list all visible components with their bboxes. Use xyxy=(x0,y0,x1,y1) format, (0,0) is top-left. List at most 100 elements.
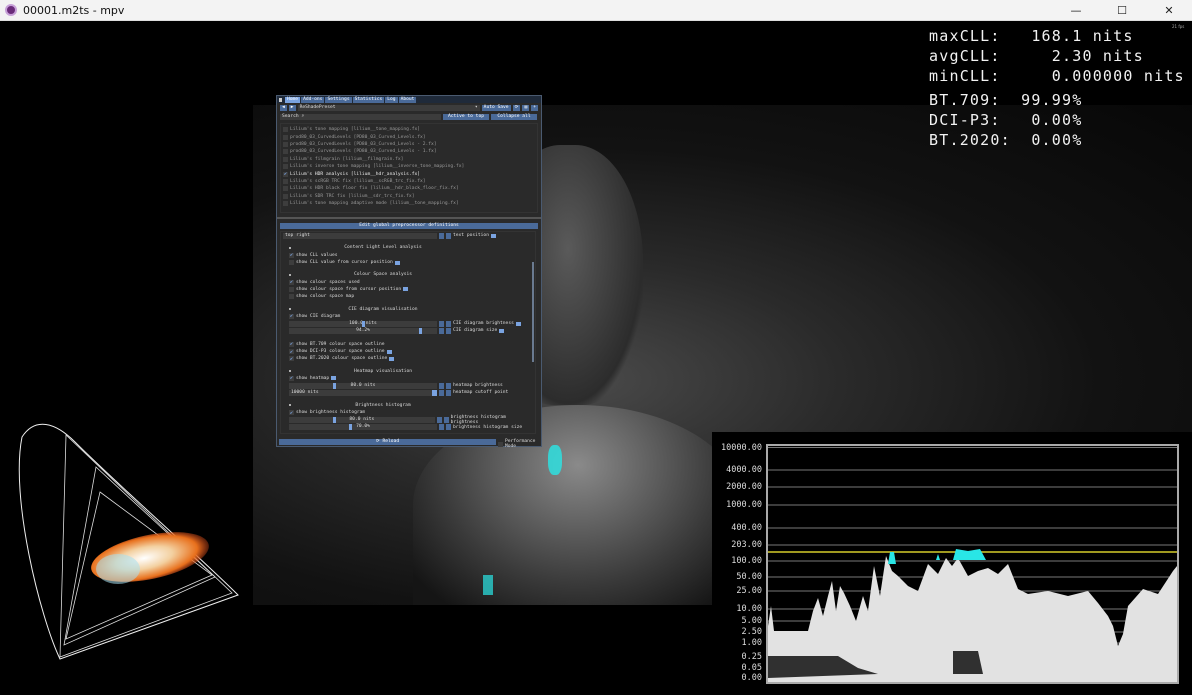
effect-list-item[interactable]: prod80_03_CurvedLevels [PD80_03_Curved_L… xyxy=(283,148,535,155)
preset-row: ◀ ▶ ReShadePreset ▾ Auto Save ⟳ ▤ + xyxy=(277,103,541,112)
effect-list-item[interactable]: Lilium's filmgrain [lilium__filmgrain.fx… xyxy=(283,156,535,163)
effect-checkbox[interactable] xyxy=(283,141,288,147)
tab-add-ons[interactable]: Add-ons xyxy=(301,96,325,103)
effect-settings: top right text position Content Light Le… xyxy=(280,231,536,434)
show-colour-space-map-checkbox[interactable]: show colour space map xyxy=(289,293,535,300)
decrement-button[interactable] xyxy=(439,232,444,239)
menu-icon[interactable] xyxy=(279,97,282,102)
effect-list-item[interactable]: prod80_03_CurvedLevels [PD80_03_Curved_L… xyxy=(283,133,535,140)
effect-list-item[interactable]: Lilium's tone mapping [lilium__tone_mapp… xyxy=(283,126,535,133)
save-preset-icon[interactable]: ▤ xyxy=(522,104,530,111)
reload-preset-icon[interactable]: ⟳ xyxy=(512,104,521,111)
show-cll-cursor-checkbox[interactable]: show CLL value from cursor position xyxy=(289,259,535,266)
decrement-button[interactable] xyxy=(439,320,444,327)
histogram-size-slider[interactable]: 70.0% xyxy=(289,424,437,431)
combo-label: heatmap cutoff point xyxy=(453,390,509,396)
auto-save-button[interactable]: Auto Save xyxy=(481,104,511,111)
collapse-all-button[interactable]: Collapse all xyxy=(491,113,537,120)
tab-log[interactable]: Log xyxy=(385,96,398,103)
effect-label: prod80_03_CurvedLevels [PD80_03_Curved_L… xyxy=(290,141,437,147)
tab-about[interactable]: About xyxy=(398,96,417,103)
y-axis-label: 10.00 xyxy=(736,604,762,614)
effect-label: Lilium's tone mapping [lilium__tone_mapp… xyxy=(290,127,420,133)
bt2020-outline-checkbox[interactable]: ✔ show BT.2020 colour space outline xyxy=(289,355,535,362)
heatmap-brightness-slider[interactable]: 80.0 nits xyxy=(289,382,437,389)
effect-list-item[interactable]: Lilium's HDR black floor fix [lilium__hd… xyxy=(283,185,535,192)
title-bar: 00001.m2ts - mpv — ☐ ✕ xyxy=(0,0,1192,21)
decrement-button[interactable] xyxy=(439,424,444,431)
effect-list-item[interactable]: Lilium's inverse tone mapping [lilium__i… xyxy=(283,163,535,170)
effect-list-item[interactable]: Lilium's scRGB TRC fix [lilium__scRGB_tr… xyxy=(283,178,535,185)
maximize-button[interactable]: ☐ xyxy=(1099,0,1145,21)
histogram-plot xyxy=(766,444,1179,684)
effect-label: Lilium's tone mapping adaptive mode [lil… xyxy=(290,201,459,207)
effect-list-item[interactable]: Lilium's SDR TRC fix [lilium__sdr_trc_fi… xyxy=(283,193,535,200)
splitter[interactable] xyxy=(277,217,541,219)
show-cll-values-checkbox[interactable]: ✔ show CLL values xyxy=(289,252,535,259)
effect-list-item[interactable]: ✔ Lilium's HDR analysis [lilium__hdr_anal… xyxy=(283,170,535,177)
reshade-overlay-panel: Home Add-ons Settings Statistics Log Abo… xyxy=(276,95,542,449)
effect-checkbox[interactable] xyxy=(283,149,288,155)
tab-statistics[interactable]: Statistics xyxy=(352,96,385,103)
effect-label: Lilium's scRGB TRC fix [lilium__scRGB_tr… xyxy=(290,178,426,184)
effect-checkbox[interactable] xyxy=(283,127,288,133)
scrollbar[interactable] xyxy=(532,262,534,362)
effect-checkbox[interactable] xyxy=(283,156,288,162)
increment-button[interactable] xyxy=(446,424,451,431)
minimize-button[interactable]: — xyxy=(1053,0,1099,21)
close-button[interactable]: ✕ xyxy=(1146,0,1192,21)
section-title: Content Light Level analysis xyxy=(344,245,422,251)
increment-button[interactable] xyxy=(446,232,451,239)
increment-button[interactable] xyxy=(446,382,451,389)
effect-checkbox[interactable]: ✔ xyxy=(283,171,288,177)
reload-button[interactable]: ⟳ Reload xyxy=(279,439,496,445)
next-preset-button[interactable]: ▶ xyxy=(288,104,296,111)
increment-button[interactable] xyxy=(443,416,449,423)
add-preset-icon[interactable]: + xyxy=(531,104,538,111)
show-heatmap-checkbox[interactable]: ✔ show heatmap xyxy=(289,375,535,382)
bt709-outline-checkbox[interactable]: ✔ show BT.709 colour space outline xyxy=(289,341,535,348)
help-icon xyxy=(403,287,409,292)
increment-button[interactable] xyxy=(446,320,451,327)
active-to-top-button[interactable]: Active to top xyxy=(443,113,489,120)
histogram-brightness-slider[interactable]: 80.0 nits xyxy=(289,416,435,423)
y-axis-label: 1000.00 xyxy=(726,500,762,510)
effect-checkbox[interactable] xyxy=(283,164,288,170)
preset-selector[interactable]: ReShadePreset ▾ xyxy=(297,104,480,111)
decrement-button[interactable] xyxy=(439,382,444,389)
edit-global-definitions-button[interactable]: Edit global preprocessor definitions xyxy=(280,223,538,229)
performance-mode-checkbox[interactable]: Performance Mode xyxy=(498,439,541,449)
decrement-button[interactable] xyxy=(439,389,444,396)
mpv-app-icon xyxy=(5,4,17,16)
section-title: Colour Space analysis xyxy=(353,272,413,278)
increment-button[interactable] xyxy=(446,389,451,396)
heatmap-cutoff-combo[interactable]: 10000 nits xyxy=(289,389,437,396)
decrement-button[interactable] xyxy=(436,416,442,423)
effect-list-item[interactable]: prod80_03_CurvedLevels [PD80_03_Curved_L… xyxy=(283,141,535,148)
show-colour-space-cursor-checkbox[interactable]: show colour space from cursor position xyxy=(289,286,535,293)
effect-checkbox[interactable] xyxy=(283,186,288,192)
effect-checkbox[interactable] xyxy=(283,201,288,207)
help-icon xyxy=(389,356,395,361)
show-cie-diagram-checkbox[interactable]: ✔ show CIE diagram xyxy=(289,313,535,320)
effect-checkbox[interactable] xyxy=(283,178,288,184)
effect-checkbox[interactable] xyxy=(283,134,288,140)
tab-settings[interactable]: Settings xyxy=(325,96,352,103)
increment-button[interactable] xyxy=(446,327,451,334)
show-colour-spaces-checkbox[interactable]: ✔ show colour spaces used xyxy=(289,278,535,285)
y-axis-label: 25.00 xyxy=(736,586,762,596)
dcip3-outline-checkbox[interactable]: ✔ show DCI-P3 colour space outline xyxy=(289,348,535,355)
slider-label: brightness histogram brightness xyxy=(450,414,506,425)
prev-preset-button[interactable]: ◀ xyxy=(280,104,287,111)
y-axis-label: 4000.00 xyxy=(726,465,762,475)
effect-list-item[interactable]: Lilium's tone mapping adaptive mode [lil… xyxy=(283,200,535,207)
section-title: CIE diagram visualisation xyxy=(348,306,418,312)
decrement-button[interactable] xyxy=(439,327,444,334)
cie-brightness-slider[interactable]: 100.0 nits xyxy=(289,320,437,327)
tab-home[interactable]: Home xyxy=(285,96,301,103)
effect-checkbox[interactable] xyxy=(283,193,288,199)
effect-label: Lilium's SDR TRC fix [lilium__sdr_trc_fi… xyxy=(290,193,415,199)
text-position-combo[interactable]: top right xyxy=(283,232,437,239)
search-input[interactable]: Search ⌕ xyxy=(280,113,441,120)
cie-size-slider[interactable]: 94.2% xyxy=(289,327,437,334)
